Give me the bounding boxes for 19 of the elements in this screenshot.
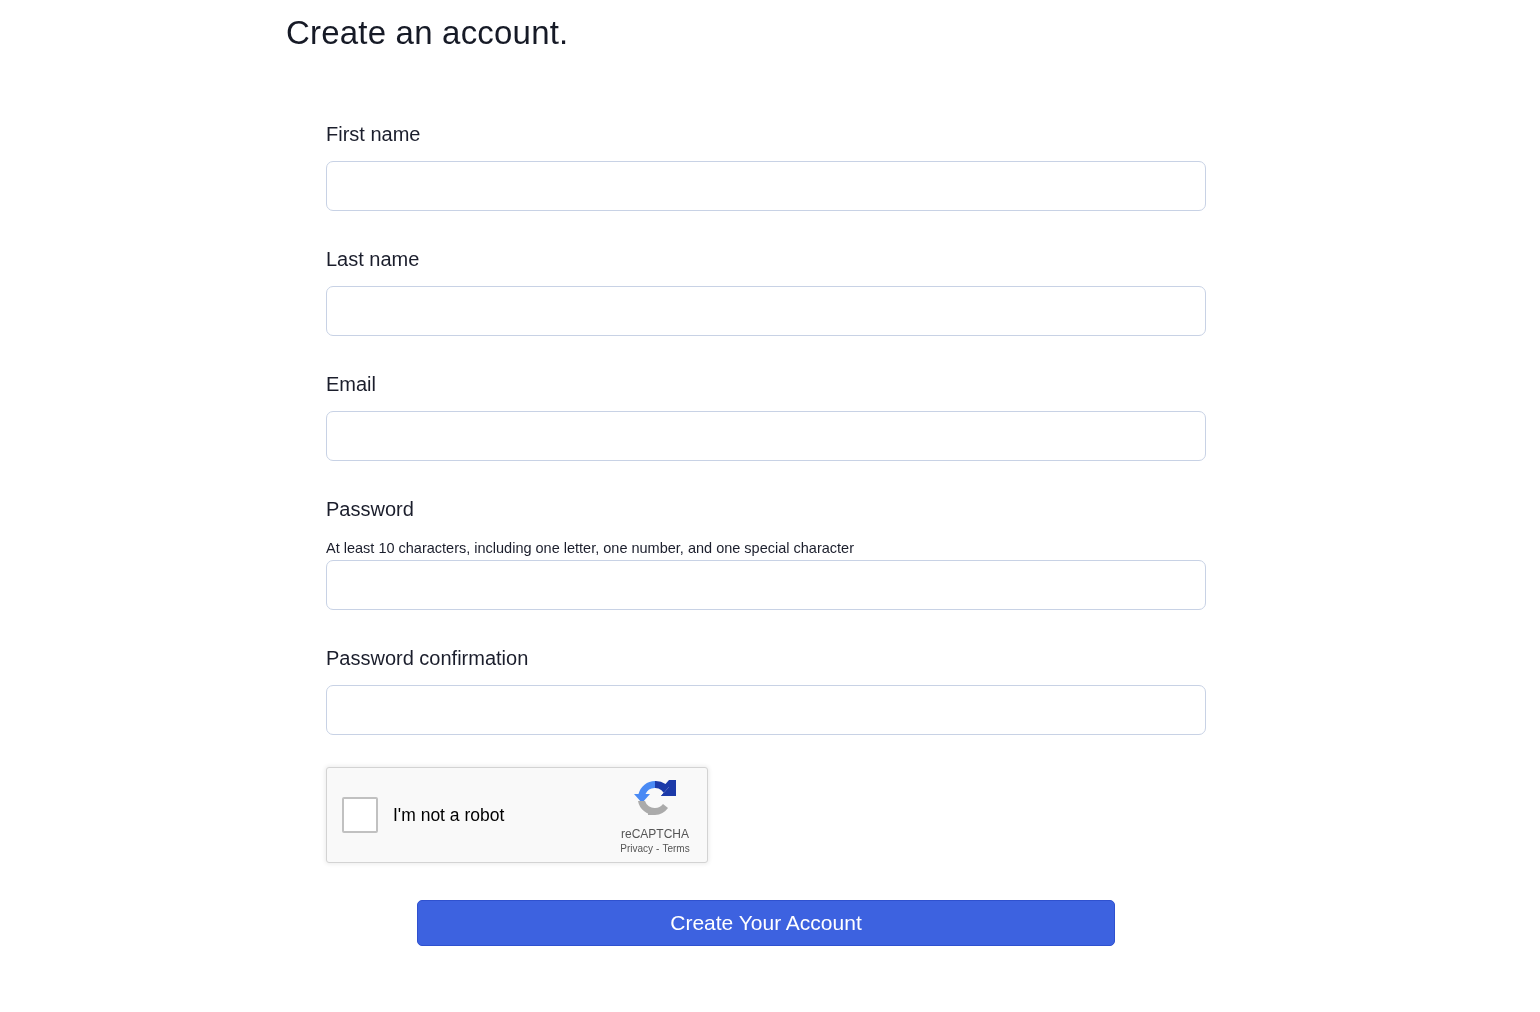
captcha-brand-text: reCAPTCHA [621,827,689,841]
input-field[interactable] [326,685,1206,735]
field-label: Password confirmation [326,646,529,670]
field-label: First name [326,122,421,146]
input-field[interactable] [326,161,1206,211]
checkbox-label: I'm not a robot [393,804,506,826]
input-field[interactable] [326,411,1206,461]
footer-link[interactable]: Privacy [620,843,654,855]
field-label: Email [326,372,376,396]
link-separator: - [656,843,660,855]
footer-link[interactable]: Terms [662,843,690,855]
page-title: Create an account. [286,13,569,53]
field-label: Password [326,497,414,521]
input-field[interactable] [326,560,1206,610]
field-hint: At least 10 characters, including one letter, one number, and one special character [326,539,855,557]
checkbox[interactable] [342,797,378,833]
create-account-button[interactable]: Create Your Account [417,900,1115,946]
input-field[interactable] [326,286,1206,336]
field-label: Last name [326,247,420,271]
